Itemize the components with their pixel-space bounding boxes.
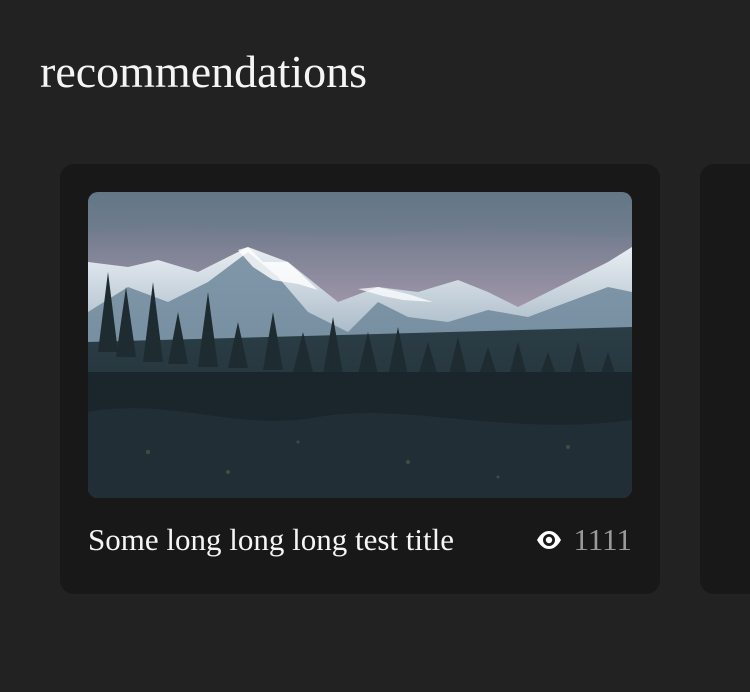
- recommendations-carousel[interactable]: Some long long long test title 1111: [0, 164, 750, 594]
- mountain-forest-photo: [88, 192, 632, 498]
- recommendation-card-next[interactable]: [700, 164, 750, 594]
- page-title: recommendations: [40, 46, 368, 97]
- card-views: 1111: [535, 520, 632, 560]
- views-count: 1111: [573, 522, 632, 557]
- eye-icon: [537, 531, 562, 549]
- recommendation-card[interactable]: Some long long long test title 1111: [60, 164, 660, 594]
- card-title[interactable]: Some long long long test title: [88, 520, 454, 560]
- card-image[interactable]: [88, 192, 632, 498]
